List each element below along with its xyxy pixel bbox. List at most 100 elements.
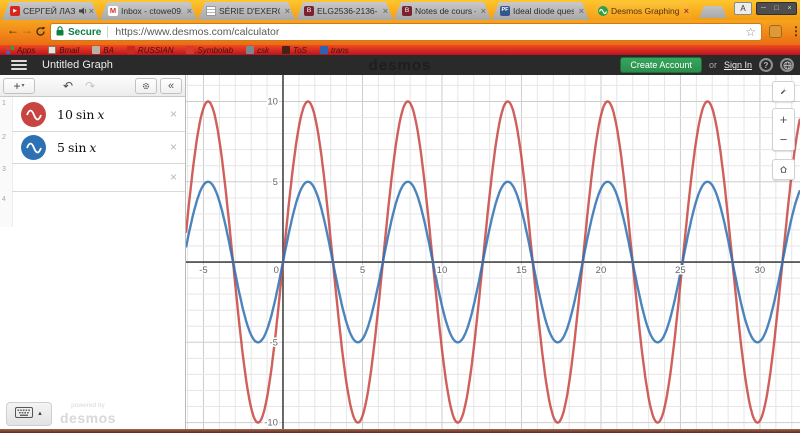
expression-toolbar: +▾ ↶ ↷ « — [0, 75, 185, 97]
apps-grid-icon — [6, 46, 14, 54]
axis-tick-label: 25 — [675, 265, 686, 276]
expression-color-icon-red[interactable] — [21, 102, 46, 127]
maximize-button[interactable]: □ — [770, 3, 783, 14]
header-actions: Create Account or Sign In ? — [620, 55, 794, 75]
expression-color-icon-blue[interactable] — [21, 135, 46, 160]
tab-youtube[interactable]: ▶ СЕРГЕЙ ЛАЗАРЕВ "И... × — [2, 2, 99, 20]
tab-close-icon[interactable]: × — [684, 6, 689, 16]
bookmark-star-icon[interactable]: ☆ — [745, 25, 756, 39]
tab-title: Desmos Graphing Calc... — [611, 6, 679, 16]
favicon — [127, 46, 135, 54]
new-tab-button[interactable] — [699, 6, 727, 18]
home-view-button[interactable] — [772, 159, 795, 180]
expression-panel: +▾ ↶ ↷ « 1 2 3 4 10sinx × 5sinx × × ▲ po… — [0, 75, 186, 429]
forward-icon[interactable]: → — [21, 24, 33, 36]
course-site-icon: B — [304, 6, 314, 16]
minimize-button[interactable]: ─ — [757, 3, 770, 14]
keyboard-icon — [15, 405, 33, 423]
keyboard-toggle-button[interactable]: ▲ — [6, 402, 52, 426]
graph-canvas[interactable]: -5051015202530105-5-10 + − — [186, 75, 800, 429]
axis-tick-label: 5 — [360, 265, 365, 276]
bookmark-symbolab[interactable]: Symbolab — [186, 46, 233, 55]
bookmark-ba[interactable]: BA — [92, 46, 114, 55]
bookmark-trans[interactable]: trans — [320, 46, 349, 55]
redo-icon[interactable]: ↷ — [85, 79, 95, 93]
tab-close-icon[interactable]: × — [579, 6, 584, 16]
profile-button[interactable]: A — [734, 2, 752, 15]
axis-tick-label: 10 — [437, 265, 448, 276]
tab-desmos-active[interactable]: Desmos Graphing Calc... × — [590, 2, 694, 20]
tab-gmail[interactable]: M Inbox - ctowe091@uott... × — [100, 2, 197, 20]
tab-close-icon[interactable]: × — [481, 6, 486, 16]
extension-icon[interactable] — [769, 25, 782, 38]
tab-close-icon[interactable]: × — [89, 6, 94, 16]
tab-physicsforums[interactable]: PF Ideal diode question | P... × — [492, 2, 589, 20]
show-keyboard-caret-icon: ▲ — [37, 411, 43, 417]
graph-settings-wrench-icon[interactable] — [772, 81, 795, 102]
delete-expression-icon[interactable]: × — [170, 140, 177, 154]
secure-label: Secure — [68, 27, 101, 38]
expression-input[interactable]: 5sinx — [57, 140, 96, 155]
tab-close-icon[interactable]: × — [383, 6, 388, 16]
delete-expression-icon[interactable]: × — [170, 107, 177, 121]
back-icon[interactable]: ← — [7, 24, 19, 36]
axis-tick-label: 20 — [596, 265, 607, 276]
tab-list: ▶ СЕРГЕЙ ЛАЗАРЕВ "И... × M Inbox - ctowe… — [2, 2, 727, 20]
browser-toolbar: ← → Secure https://www.desmos.com/calcul… — [0, 20, 800, 45]
sign-in-link[interactable]: Sign In — [724, 60, 752, 70]
tab-midterm[interactable]: B ELG2536-2136-midterm... × — [296, 2, 393, 20]
settings-gear-icon[interactable] — [135, 78, 157, 94]
expression-row-empty[interactable]: × — [12, 163, 185, 192]
tab-close-icon[interactable]: × — [187, 6, 192, 16]
bookmark-apps[interactable]: Apps — [6, 46, 35, 55]
window-controls: A ─ □ × — [734, 2, 797, 15]
expression-row[interactable]: 10sinx × — [12, 97, 185, 132]
graph-plot[interactable]: -5051015202530105-5-10 — [186, 75, 800, 429]
globe-icon[interactable] — [780, 58, 794, 72]
favicon — [92, 46, 100, 54]
speaker-icon[interactable] — [79, 7, 87, 15]
lock-icon — [56, 23, 64, 41]
bookmark-bmail[interactable]: Bmail — [48, 46, 79, 55]
tab-title: Ideal diode question | P... — [513, 6, 574, 16]
collapse-panel-button[interactable]: « — [160, 78, 182, 94]
tab-exercises[interactable]: SÉRIE D'EXERCICES N°1 × — [198, 2, 295, 20]
tab-title: SÉRIE D'EXERCICES N°1 — [219, 6, 280, 16]
or-label: or — [709, 60, 717, 70]
bookmark-csk[interactable]: csk — [246, 46, 269, 55]
tab-title: Notes de cours – 20171... — [415, 6, 476, 16]
mail-icon — [48, 46, 56, 54]
tab-strip: ▶ СЕРГЕЙ ЛАЗАРЕВ "И... × M Inbox - ctowe… — [0, 0, 800, 20]
bookmark-russian[interactable]: RUSSIAN — [127, 46, 174, 55]
help-icon[interactable]: ? — [759, 58, 773, 72]
favicon — [186, 46, 194, 54]
create-account-button[interactable]: Create Account — [620, 57, 702, 73]
add-expression-button[interactable]: +▾ — [3, 78, 35, 94]
zoom-in-button[interactable]: + — [772, 108, 795, 130]
url-text: https://www.desmos.com/calculator — [115, 26, 745, 38]
favicon — [246, 46, 254, 54]
axis-tick-label: 5 — [273, 177, 278, 188]
desmos-icon — [598, 6, 608, 16]
window-buttons: ─ □ × — [756, 2, 797, 15]
address-bar[interactable]: Secure https://www.desmos.com/calculator… — [50, 23, 762, 41]
axis-tick-label: -5 — [270, 337, 278, 348]
zoom-out-button[interactable]: − — [772, 129, 795, 151]
axis-tick-label: 10 — [267, 96, 278, 107]
browser-menu-icon[interactable]: ⋮ — [790, 24, 800, 38]
refresh-icon[interactable] — [35, 26, 46, 39]
close-button[interactable]: × — [783, 3, 796, 14]
delete-expression-icon[interactable]: × — [170, 170, 177, 184]
tab-close-icon[interactable]: × — [285, 6, 290, 16]
favicon — [282, 46, 290, 54]
divider — [107, 26, 108, 38]
expression-input[interactable]: 10sinx — [57, 107, 104, 122]
bookmark-tos[interactable]: ToS — [282, 46, 307, 55]
taskbar-edge — [0, 429, 800, 433]
expression-row[interactable]: 5sinx × — [12, 131, 185, 164]
bookmarks-bar: Apps Bmail BA RUSSIAN Symbolab csk ToS t… — [0, 45, 800, 55]
tab-notes[interactable]: B Notes de cours – 20171... × — [394, 2, 491, 20]
document-icon — [206, 6, 216, 16]
undo-icon[interactable]: ↶ — [63, 79, 73, 93]
tab-title: СЕРГЕЙ ЛАЗАРЕВ "И... — [23, 6, 75, 16]
